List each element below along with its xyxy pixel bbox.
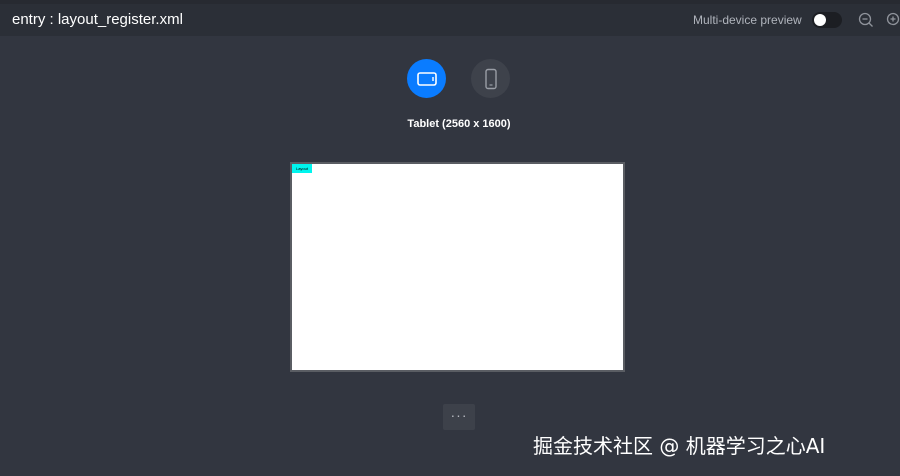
phone-device-button[interactable]	[471, 59, 510, 98]
zoom-in-icon[interactable]	[886, 12, 900, 28]
phone-icon	[484, 68, 497, 89]
preview-canvas[interactable]: Layout	[290, 162, 625, 372]
tablet-icon	[416, 71, 437, 86]
multi-device-preview-label: Multi-device preview	[693, 13, 802, 27]
tablet-device-button[interactable]	[407, 59, 446, 98]
zoom-out-icon[interactable]	[858, 12, 874, 28]
selected-device-label: Tablet (2560 x 1600)	[407, 118, 511, 130]
multi-device-preview-toggle[interactable]	[812, 12, 842, 28]
more-options-button[interactable]: ···	[443, 404, 475, 430]
layout-tag[interactable]: Layout	[292, 164, 312, 173]
file-title: entry : layout_register.xml	[12, 11, 183, 28]
watermark: 掘金技术社区 @ 机器学习之心AI	[533, 434, 826, 458]
toggle-knob	[814, 14, 826, 26]
editor-header: entry : layout_register.xml Multi-device…	[0, 4, 900, 36]
